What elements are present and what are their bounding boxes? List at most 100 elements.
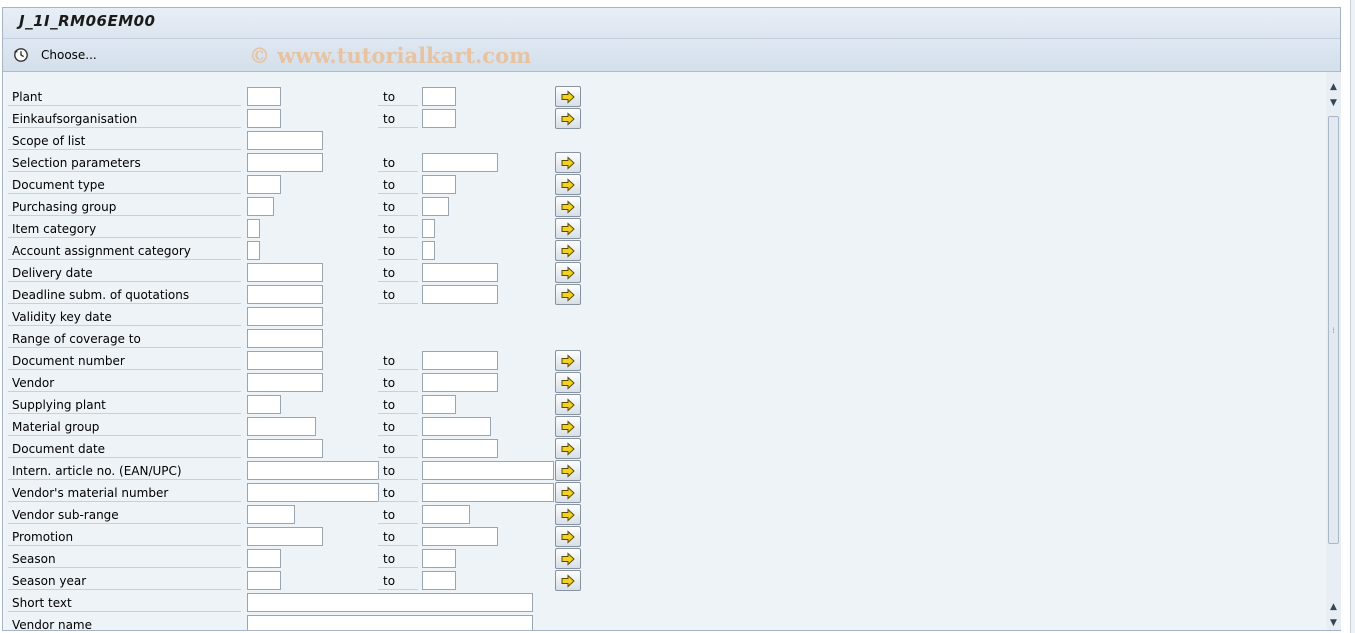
from-input[interactable] — [247, 571, 281, 590]
vertical-scrollbar[interactable]: ▲ ▼ ⁞ ▲ ▼ — [1326, 72, 1341, 630]
to-input[interactable] — [422, 197, 449, 216]
selection-row: Einkaufsorganisation to — [5, 108, 1325, 130]
from-input[interactable] — [247, 285, 323, 304]
from-input[interactable] — [247, 439, 323, 458]
to-input[interactable] — [422, 527, 498, 546]
multiple-selection-arrow-icon — [560, 375, 576, 390]
multiple-selection-button[interactable] — [555, 416, 581, 437]
multiple-selection-button[interactable] — [555, 86, 581, 107]
from-input[interactable] — [247, 109, 281, 128]
multiple-selection-button[interactable] — [555, 240, 581, 261]
multiple-selection-button[interactable] — [555, 526, 581, 547]
from-input[interactable] — [247, 483, 379, 502]
from-input[interactable] — [247, 395, 281, 414]
from-input[interactable] — [247, 219, 260, 238]
multiple-selection-arrow-icon — [560, 199, 576, 214]
multiple-selection-button[interactable] — [555, 174, 581, 195]
from-input[interactable] — [247, 373, 323, 392]
to-input[interactable] — [422, 439, 498, 458]
from-input[interactable] — [247, 351, 323, 370]
multiple-selection-button[interactable] — [555, 284, 581, 305]
multiple-selection-button[interactable] — [555, 372, 581, 393]
to-label: to — [378, 506, 418, 524]
scroll-page-down-icon[interactable]: ▼ — [1326, 616, 1341, 630]
to-input[interactable] — [422, 175, 456, 194]
multiple-selection-button[interactable] — [555, 218, 581, 239]
watermark: © www.tutorialkart.com — [249, 43, 532, 68]
multiple-selection-button[interactable] — [555, 570, 581, 591]
from-input[interactable] — [247, 461, 379, 480]
title-bar: J_1I_RM06EM00 — [3, 8, 1340, 39]
to-input[interactable] — [422, 263, 498, 282]
from-input[interactable] — [247, 197, 274, 216]
multiple-selection-button[interactable] — [555, 152, 581, 173]
to-input[interactable] — [422, 241, 435, 260]
to-input[interactable] — [422, 87, 456, 106]
multiple-selection-button[interactable] — [555, 460, 581, 481]
selection-row: Vendor name — [5, 614, 1325, 630]
field-label: Intern. article no. (EAN/UPC) — [8, 462, 241, 480]
multiple-selection-arrow-icon — [560, 111, 576, 126]
scroll-up-icon[interactable]: ▲ — [1326, 80, 1341, 94]
to-input[interactable] — [422, 219, 435, 238]
to-label: to — [378, 418, 418, 436]
from-input[interactable] — [247, 175, 281, 194]
from-input[interactable] — [247, 87, 281, 106]
to-input[interactable] — [422, 351, 498, 370]
to-label: to — [378, 242, 418, 260]
multiple-selection-arrow-icon — [560, 177, 576, 192]
scroll-down-icon[interactable]: ▼ — [1326, 96, 1341, 110]
to-input[interactable] — [422, 285, 498, 304]
to-label: to — [378, 264, 418, 282]
from-input[interactable] — [247, 307, 323, 326]
to-input[interactable] — [422, 483, 554, 502]
multiple-selection-button[interactable] — [555, 262, 581, 283]
multiple-selection-button[interactable] — [555, 108, 581, 129]
selection-row: Delivery date to — [5, 262, 1325, 284]
selection-row: Range of coverage to — [5, 328, 1325, 350]
to-input[interactable] — [422, 549, 456, 568]
multiple-selection-arrow-icon — [560, 551, 576, 566]
from-input[interactable] — [247, 131, 323, 150]
to-input[interactable] — [422, 461, 554, 480]
selection-row: Vendor to — [5, 372, 1325, 394]
to-input[interactable] — [422, 395, 456, 414]
from-input[interactable] — [247, 593, 533, 612]
to-input[interactable] — [422, 417, 491, 436]
from-input[interactable] — [247, 153, 323, 172]
field-label: Item category — [8, 220, 241, 238]
multiple-selection-button[interactable] — [555, 438, 581, 459]
multiple-selection-button[interactable] — [555, 350, 581, 371]
scrollbar-thumb[interactable]: ⁞ — [1328, 116, 1339, 544]
to-input[interactable] — [422, 109, 456, 128]
choose-button[interactable]: Choose... — [13, 45, 97, 65]
multiple-selection-arrow-icon — [560, 89, 576, 104]
from-input[interactable] — [247, 241, 260, 260]
from-input[interactable] — [247, 329, 323, 348]
multiple-selection-button[interactable] — [555, 504, 581, 525]
multiple-selection-button[interactable] — [555, 394, 581, 415]
from-input[interactable] — [247, 549, 281, 568]
multiple-selection-button[interactable] — [555, 482, 581, 503]
to-label: to — [378, 374, 418, 392]
to-input[interactable] — [422, 373, 498, 392]
selection-row: Validity key date — [5, 306, 1325, 328]
selection-row: Selection parameters to — [5, 152, 1325, 174]
selection-row: Plant to — [5, 86, 1325, 108]
to-input[interactable] — [422, 571, 456, 590]
field-label: Einkaufsorganisation — [8, 110, 241, 128]
from-input[interactable] — [247, 263, 323, 282]
multiple-selection-arrow-icon — [560, 265, 576, 280]
multiple-selection-button[interactable] — [555, 548, 581, 569]
multiple-selection-arrow-icon — [560, 419, 576, 434]
to-input[interactable] — [422, 505, 470, 524]
to-input[interactable] — [422, 153, 498, 172]
choose-button-label: Choose... — [41, 48, 97, 62]
multiple-selection-button[interactable] — [555, 196, 581, 217]
scroll-page-up-icon[interactable]: ▲ — [1326, 600, 1341, 614]
from-input[interactable] — [247, 615, 533, 630]
from-input[interactable] — [247, 527, 323, 546]
from-input[interactable] — [247, 505, 295, 524]
field-label: Vendor's material number — [8, 484, 241, 502]
from-input[interactable] — [247, 417, 316, 436]
